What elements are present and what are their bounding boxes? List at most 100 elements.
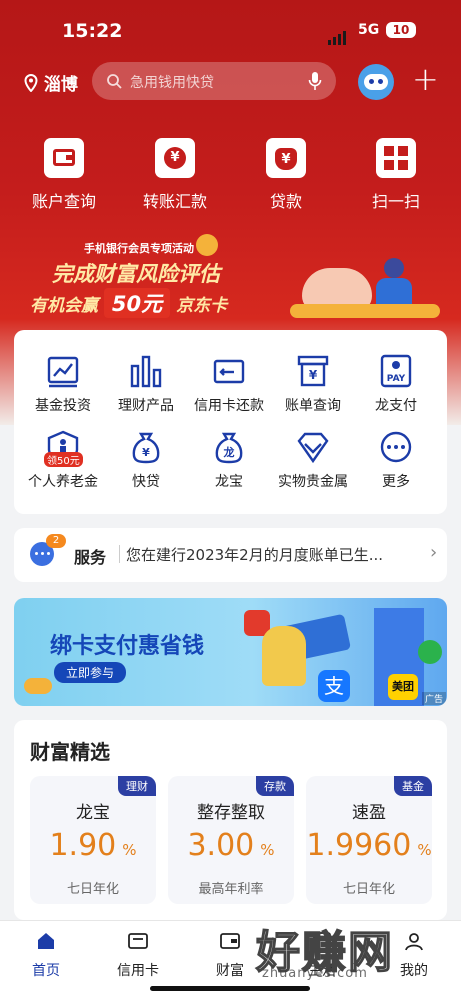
product-tag: 理财 xyxy=(118,776,156,796)
ad-label: 广告 xyxy=(422,692,447,705)
svg-text:PAY: PAY xyxy=(387,374,406,384)
wealth-product-suying[interactable]: 基金 速盈 1.9960% 七日年化 xyxy=(306,776,432,904)
wallet-icon xyxy=(44,138,84,178)
credit-card-icon xyxy=(212,354,246,388)
status-bar: 15:22 5G 10 xyxy=(0,0,461,56)
product-rate-value: 3.00 xyxy=(187,828,255,863)
nav-home[interactable]: 首页 xyxy=(6,930,86,980)
home-indicator xyxy=(150,986,310,991)
coin-icon xyxy=(196,234,218,256)
svg-text:龙: 龙 xyxy=(223,445,235,459)
product-rate-unit: % xyxy=(260,841,275,859)
person-illustration xyxy=(384,258,404,278)
robot-assistant-icon[interactable] xyxy=(358,64,394,100)
nav-label: 信用卡 xyxy=(117,963,159,979)
svg-text:¥: ¥ xyxy=(142,446,150,459)
quick-action-transfer[interactable]: ¥ 转账汇款 xyxy=(125,138,225,212)
grid-item-quick-loan[interactable]: ¥ 快贷 xyxy=(101,430,191,491)
banner-line-suffix: 京东卡 xyxy=(176,296,228,316)
product-tag: 存款 xyxy=(256,776,294,796)
location-label: 淄博 xyxy=(43,75,78,95)
quick-action-scan[interactable]: 扫一扫 xyxy=(346,138,446,212)
grid-item-label: 信用卡还款 xyxy=(194,398,264,414)
grid-item-fund[interactable]: 基金投资 xyxy=(18,354,108,415)
promo-join-button[interactable]: 立即参与 xyxy=(54,662,127,683)
location-selector[interactable]: 淄博 xyxy=(24,70,78,95)
quick-action-label: 账户查询 xyxy=(31,192,96,211)
nav-credit-card[interactable]: 信用卡 xyxy=(98,930,178,980)
diamond-icon xyxy=(296,430,330,464)
banner-line-prefix: 有机会赢 xyxy=(30,296,98,316)
product-tag: 基金 xyxy=(394,776,432,796)
grid-item-more[interactable]: 更多 xyxy=(351,430,441,491)
grid-item-wealth-products[interactable]: 理财产品 xyxy=(101,354,191,415)
watermark-url: zhuanyes.com xyxy=(262,966,368,981)
bill-icon: ¥ xyxy=(296,354,330,388)
card-icon xyxy=(128,933,148,949)
microphone-icon[interactable] xyxy=(308,71,322,91)
service-divider xyxy=(119,545,120,563)
more-icon xyxy=(379,430,413,464)
service-title: 服务 xyxy=(74,548,107,567)
wealth-product-fixed-deposit[interactable]: 存款 整存整取 3.00% 最高年利率 xyxy=(168,776,294,904)
top-header: 淄博 急用钱用快贷 + xyxy=(0,60,461,102)
search-bar[interactable]: 急用钱用快贷 xyxy=(92,62,336,100)
product-rate: 3.00% xyxy=(168,828,294,863)
person-illustration xyxy=(262,626,306,686)
product-rate-label: 七日年化 xyxy=(342,882,395,897)
grid-item-label: 快贷 xyxy=(132,474,160,490)
wechat-icon xyxy=(418,640,442,664)
quick-action-label: 转账汇款 xyxy=(142,192,207,211)
service-notice[interactable]: 2 服务 您在建行2023年2月的月度账单已生... › xyxy=(14,528,447,582)
grid-item-bill[interactable]: ¥ 账单查询 xyxy=(268,354,358,415)
product-rate-unit: % xyxy=(417,841,432,859)
wealth-product-longbao[interactable]: 理财 龙宝 1.90% 七日年化 xyxy=(30,776,156,904)
network-label: 5G xyxy=(358,22,380,38)
pay-icon: PAY xyxy=(379,354,413,388)
services-grid-card: 基金投资 理财产品 信用卡还款 ¥ 账单查询 PAY 龙支付 领50元 个人养老… xyxy=(14,330,447,514)
quick-action-label: 贷款 xyxy=(269,192,302,211)
bind-card-promo-banner[interactable]: 绑卡支付惠省钱 立即参与 支 美团 广告 xyxy=(14,598,447,706)
risk-assessment-banner[interactable]: 手机银行会员专项活动 完成财富风险评估 有机会赢 50元 京东卡 xyxy=(0,228,461,328)
quick-action-loan[interactable]: ¥ 贷款 xyxy=(236,138,336,212)
product-name: 速盈 xyxy=(352,803,386,823)
service-badge: 2 xyxy=(46,534,66,548)
grid-item-label: 个人养老金 xyxy=(28,474,98,490)
meituan-icon: 美团 xyxy=(388,674,418,700)
grid-item-credit-repay[interactable]: 信用卡还款 xyxy=(184,354,274,415)
service-message: 您在建行2023年2月的月度账单已生... xyxy=(126,546,384,564)
scan-icon xyxy=(376,138,416,178)
grid-item-longbao[interactable]: 龙 龙宝 xyxy=(184,430,274,491)
product-name: 整存整取 xyxy=(197,803,265,823)
grid-item-label: 基金投资 xyxy=(35,398,91,414)
signal-icon xyxy=(328,26,348,45)
bar-chart-icon xyxy=(129,354,163,388)
grid-item-label: 实物贵金属 xyxy=(278,474,348,490)
banner-title: 完成财富风险评估 xyxy=(52,262,220,286)
nav-label: 首页 xyxy=(32,963,60,979)
location-pin-icon xyxy=(24,73,38,93)
grid-item-precious-metal[interactable]: 实物贵金属 xyxy=(268,430,358,491)
svg-text:¥: ¥ xyxy=(309,368,318,382)
wealth-title: 财富精选 xyxy=(30,740,110,764)
product-rate-unit: % xyxy=(122,841,137,859)
grid-item-label: 账单查询 xyxy=(285,398,341,414)
grid-item-label: 更多 xyxy=(382,474,410,490)
quick-action-account[interactable]: 账户查询 xyxy=(14,138,114,212)
grid-item-long-pay[interactable]: PAY 龙支付 xyxy=(351,354,441,415)
product-rate-label: 七日年化 xyxy=(66,882,119,897)
search-placeholder: 急用钱用快贷 xyxy=(130,75,214,91)
quick-action-label: 扫一扫 xyxy=(371,192,420,211)
banner-caption: 手机银行会员专项活动 xyxy=(84,242,194,255)
banner-line: 有机会赢 50元 京东卡 xyxy=(30,288,227,318)
wealth-icon xyxy=(220,933,240,949)
add-button[interactable]: + xyxy=(412,60,439,98)
product-rate-value: 1.90 xyxy=(49,828,117,863)
longbao-icon: 龙 xyxy=(212,430,246,464)
coins-illustration xyxy=(290,304,440,318)
product-name: 龙宝 xyxy=(76,803,110,823)
transfer-icon: ¥ xyxy=(155,138,195,178)
product-rate-value: 1.9960 xyxy=(306,828,412,863)
grid-item-pension[interactable]: 领50元 个人养老金 xyxy=(18,430,108,491)
fund-chart-icon xyxy=(46,354,80,388)
